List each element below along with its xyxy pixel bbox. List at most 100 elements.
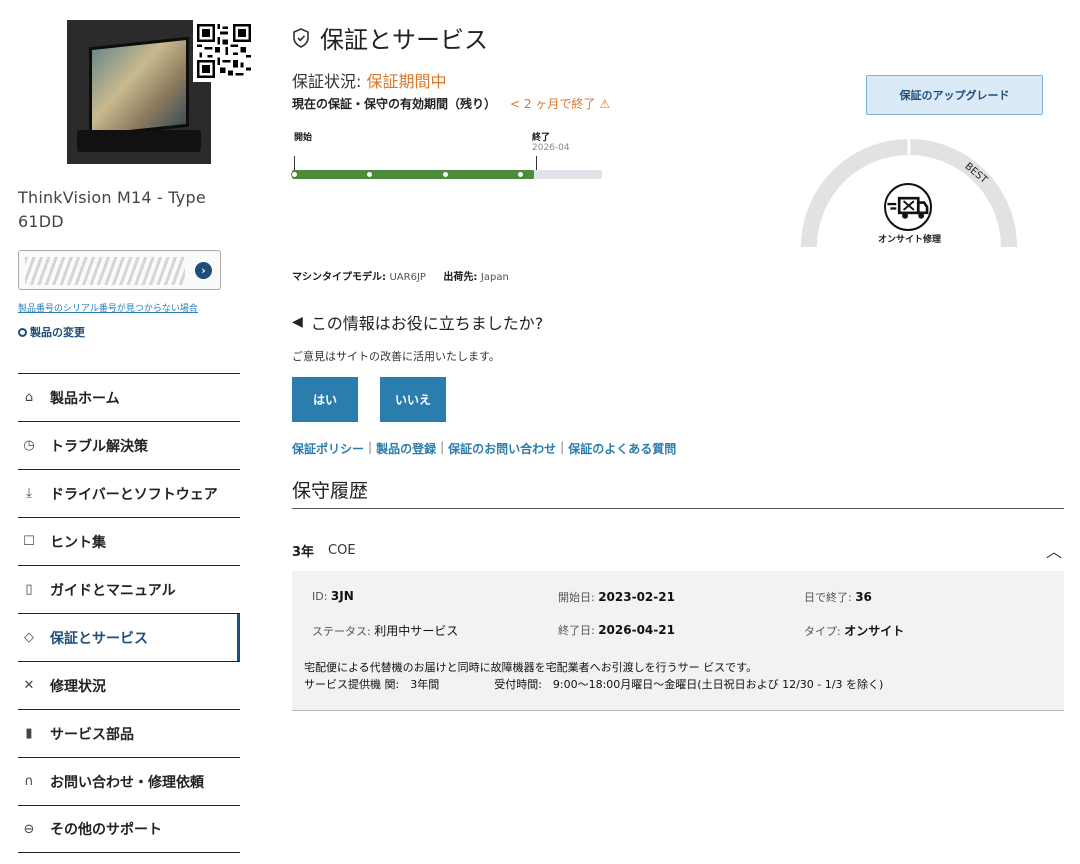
feedback-subtext: ご意見はサイトの改善に活用いたします。 (292, 350, 500, 363)
warranty-remaining: 現在の保証・保守の有効期間（残り） < 2 ヶ月で終了 ⚠ (292, 95, 610, 112)
warning-icon: ⚠ (599, 97, 611, 111)
warranty-status-label: 保証状況: (292, 72, 367, 91)
sidebar-nav: ⌂ 製品ホーム ◷ トラブル解決策 ⤓ ドライバーとソフトウェア ☐ ヒント集 ▯ ガイド… (18, 373, 240, 853)
product-image (67, 20, 211, 164)
sidebar-item-parts[interactable]: ▮ サービス部品 (18, 709, 240, 757)
sidebar-item-tips[interactable]: ☐ ヒント集 (18, 517, 240, 565)
plan-years: 3年 (292, 544, 315, 560)
product-name: ThinkVision M14 - Type 61DD (18, 188, 206, 231)
timeline-end-tick (536, 156, 537, 170)
onsite-truck-icon (884, 183, 932, 231)
sidebar-item-label: お問い合わせ・修理依頼 (50, 774, 204, 791)
timeline-dot (442, 171, 449, 178)
warranty-inquiry-link[interactable]: 保証のお問い合わせ (448, 440, 556, 457)
plan-end-value: 2026-04-21 (598, 623, 675, 637)
sidebar-item-label: ガイドとマニュアル (50, 582, 176, 599)
link-separator: | (440, 440, 445, 454)
sidebar-item-drivers[interactable]: ⤓ ドライバーとソフトウェア (18, 469, 240, 517)
feedback-no-button[interactable]: いいえ (380, 377, 446, 422)
sidebar-item-label: ドライバーとソフトウェア (50, 486, 218, 503)
sidebar-item-troubleshoot[interactable]: ◷ トラブル解決策 (18, 421, 240, 469)
shield-icon: ◇ (24, 630, 34, 645)
timeline-dot (291, 171, 298, 178)
divider (292, 508, 1064, 509)
plan-start-value: 2023-02-21 (598, 590, 675, 604)
home-icon: ⌂ (24, 390, 34, 405)
sidebar-item-repair-status[interactable]: ✕ 修理状況 (18, 661, 240, 709)
serial-number-input[interactable]: › (18, 250, 221, 290)
timeline-start-label: 開始 (294, 133, 313, 143)
plan-start-label: 開始日: (558, 591, 599, 604)
plan-id-label: ID: (312, 590, 331, 603)
plan-description-line: 宅配便による代替機のお届けと同時に故障機器を宅配業者へお引渡しを行うサー ビスで… (304, 661, 758, 674)
sidebar-item-label: 保証とサービス (50, 630, 148, 647)
warranty-remaining-value: < 2 ヶ月で終了 (510, 97, 596, 111)
sidebar-item-other-support[interactable]: ⊖ その他のサポート (18, 805, 240, 853)
shipped-value: Japan (480, 272, 509, 283)
chevron-up-icon[interactable]: ︿ (1046, 538, 1062, 562)
serial-not-found-link[interactable]: 製品番号のシリアル番号が見つからない場合 (18, 301, 198, 314)
sidebar-item-contact[interactable]: ∩ お問い合わせ・修理依頼 (18, 757, 240, 805)
warranty-timeline: 開始 終了 2026-04 (291, 130, 612, 180)
sidebar-item-manuals[interactable]: ▯ ガイドとマニュアル (18, 565, 240, 613)
warranty-policy-link[interactable]: 保証ポリシー (292, 440, 364, 457)
shield-icon (293, 27, 309, 48)
product-register-link[interactable]: 製品の登録 (376, 440, 436, 457)
warranty-links: 保証ポリシー | 製品の登録 | 保証のお問い合わせ | 保証のよくある質問 (292, 440, 676, 457)
gauge-level-label: オンサイト修理 (877, 235, 941, 245)
plan-type: タイプ: オンサイト (804, 622, 904, 639)
link-separator: | (368, 440, 373, 454)
plan-id-value: 3JN (330, 589, 354, 603)
maintenance-history-title: 保守履歴 (292, 480, 369, 502)
sidebar-item-label: ヒント集 (50, 534, 106, 551)
timeline-progress (292, 170, 534, 179)
timeline-dot (366, 171, 373, 178)
warranty-upgrade-button[interactable]: 保証のアップグレード (866, 75, 1043, 115)
service-level-gauge: BEST オンサイト修理 (797, 133, 1022, 253)
plan-status-label: ステータス: (312, 625, 375, 638)
plan-start: 開始日: 2023-02-21 (558, 589, 675, 605)
megaphone-icon: ◀ (292, 314, 303, 330)
sidebar-item-label: 修理状況 (50, 678, 106, 695)
shipped-label: 出荷先: (443, 272, 478, 283)
plan-description-line: サービス提供機 関: 3年間 受付時間: 9:00〜18:00月曜日〜金曜日(土… (304, 678, 884, 691)
sidebar-item-home[interactable]: ⌂ 製品ホーム (18, 373, 240, 421)
plan-type-value: オンサイト (844, 624, 905, 638)
plan-name: COE (328, 542, 356, 558)
book-icon: ☐ (23, 534, 35, 549)
plan-details: ID: 3JN 開始日: 2023-02-21 日で終了: 36 ステータス: … (292, 571, 1064, 711)
timeline-start-tick (294, 156, 295, 170)
plan-days-value: 36 (855, 590, 872, 604)
page-title-text: 保証とサービス (320, 26, 488, 54)
sidebar-item-label: 製品ホーム (50, 390, 120, 407)
manual-icon: ▯ (25, 582, 33, 597)
plan-end: 終了日: 2026-04-21 (558, 622, 675, 638)
warranty-remaining-label: 現在の保証・保守の有効期間（残り） (292, 97, 497, 111)
plan-accordion-header[interactable]: 3年 COE ︿ (292, 538, 1064, 562)
plan-status: ステータス: 利用中サービス (312, 622, 458, 639)
sidebar-item-warranty[interactable]: ◇ 保証とサービス (18, 613, 240, 661)
warranty-status-value: 保証期間中 (366, 72, 447, 91)
sidebar-item-label: トラブル解決策 (50, 438, 148, 455)
sidebar-item-label: その他のサポート (50, 822, 162, 838)
plan-status-value: 利用中サービス (374, 624, 459, 638)
plan-id: ID: 3JN (312, 589, 354, 603)
change-product-link[interactable]: 製品の変更 (18, 324, 85, 340)
parts-icon: ▮ (25, 726, 33, 741)
serial-number-value (25, 257, 185, 285)
machine-type-label: マシンタイプモデル: (292, 272, 386, 283)
machine-info: マシンタイプモデル: UAR6JP 出荷先: Japan (292, 268, 523, 283)
submit-arrow-icon[interactable]: › (195, 262, 212, 279)
main-content: 保証とサービス 保証状況: 保証期間中 現在の保証・保守の有効期間（残り） < 2… (291, 0, 1064, 864)
headset-icon: ∩ (24, 774, 34, 789)
change-product-label: 製品の変更 (30, 326, 85, 339)
refresh-icon (18, 328, 27, 337)
sidebar-item-label: サービス部品 (50, 726, 134, 743)
warranty-faq-link[interactable]: 保証のよくある質問 (568, 440, 676, 457)
plan-days-label: 日で終了: (804, 591, 856, 604)
feedback-yes-button[interactable]: はい (292, 377, 358, 422)
plan-type-label: タイプ: (804, 625, 845, 638)
feedback-question-text: この情報はお役に立ちましたか? (310, 314, 544, 333)
more-icon: ⊖ (23, 821, 35, 837)
plan-end-label: 終了日: (558, 624, 599, 637)
